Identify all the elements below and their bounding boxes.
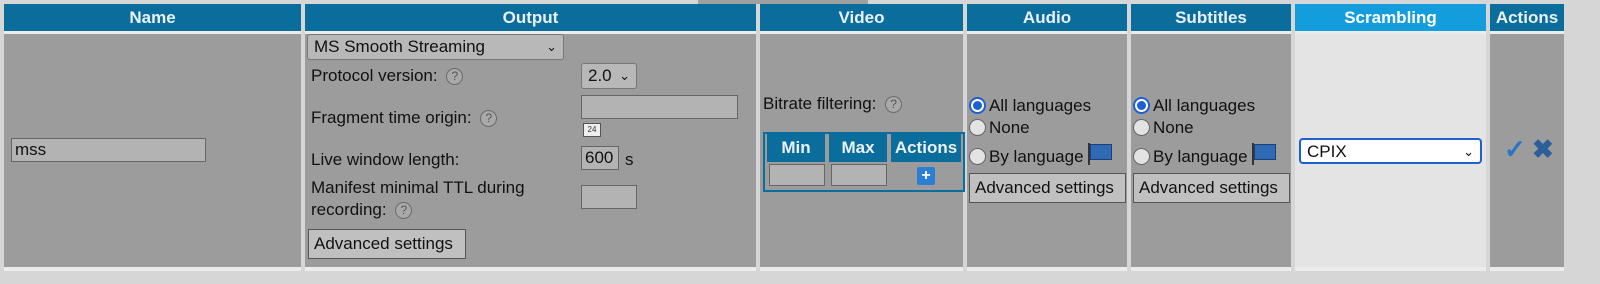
live-window-input[interactable]: 600 xyxy=(581,146,619,170)
protocol-version-value: 2.0 xyxy=(588,66,612,85)
header-actions: Actions xyxy=(1490,4,1564,31)
subtitles-none-label: None xyxy=(1153,118,1194,137)
live-window-unit: s xyxy=(625,150,634,169)
output-format-value: MS Smooth Streaming xyxy=(314,37,486,56)
live-window-label: Live window length: xyxy=(311,150,460,169)
manifest-ttl-input[interactable] xyxy=(581,185,637,209)
help-icon[interactable]: ? xyxy=(395,202,413,220)
bitrate-col-actions: Actions xyxy=(891,134,961,162)
help-icon[interactable]: ? xyxy=(885,96,903,114)
bitrate-col-min: Min xyxy=(767,134,825,162)
header-output: Output xyxy=(305,4,756,31)
header-subtitles: Subtitles xyxy=(1131,4,1291,31)
name-input[interactable]: mss xyxy=(11,138,206,162)
bitrate-max-input[interactable] xyxy=(831,164,887,186)
manifest-label-1: Manifest minimal TTL during xyxy=(311,178,525,197)
name-cell: mss xyxy=(4,31,301,271)
radio-icon[interactable] xyxy=(969,148,986,165)
stream-table: Name Output Video Audio Subtitles Scramb… xyxy=(0,4,1568,271)
scrambling-select[interactable]: CPIX ⌄ xyxy=(1299,138,1482,164)
output-advanced-button[interactable]: Advanced settings xyxy=(308,229,466,259)
audio-option-none[interactable]: None xyxy=(969,118,1030,138)
add-icon[interactable]: + xyxy=(917,167,935,185)
bitrate-table: Min Max Actions + xyxy=(763,132,965,192)
audio-none-label: None xyxy=(989,118,1030,137)
radio-icon[interactable] xyxy=(969,119,986,136)
subtitles-option-none[interactable]: None xyxy=(1133,118,1194,138)
fragment-label: Fragment time origin: xyxy=(311,108,472,127)
help-icon[interactable]: ? xyxy=(480,110,498,128)
chevron-down-icon: ⌄ xyxy=(619,68,630,83)
flag-icon[interactable] xyxy=(1251,143,1276,165)
actions-cell: ✓ ✖ xyxy=(1490,31,1564,271)
radio-icon[interactable] xyxy=(1133,119,1150,136)
video-cell: Bitrate filtering: ? Min Max Actions + xyxy=(760,31,965,271)
chevron-down-icon: ⌄ xyxy=(1463,144,1474,159)
audio-advanced-button[interactable]: Advanced settings xyxy=(969,173,1126,203)
radio-selected-icon[interactable] xyxy=(969,97,986,114)
manifest-label-wrap: recording: ? xyxy=(311,200,413,220)
scrambling-cell: CPIX ⌄ xyxy=(1295,31,1486,271)
subtitles-all-label: All languages xyxy=(1153,96,1256,115)
table-row: mss MS Smooth Streaming ⌄ Protocol versi… xyxy=(4,31,1564,271)
header-scrambling: Scrambling xyxy=(1295,4,1486,31)
header-name: Name xyxy=(4,4,301,31)
calendar-icon[interactable]: 24 xyxy=(583,123,601,137)
bitrate-label: Bitrate filtering: xyxy=(763,94,877,113)
subtitles-by-language-label: By language xyxy=(1153,147,1248,166)
subtitles-cell: All languages None By language Advanced … xyxy=(1131,31,1291,271)
subtitles-advanced-button[interactable]: Advanced settings xyxy=(1133,173,1290,203)
radio-icon[interactable] xyxy=(1133,148,1150,165)
output-cell: MS Smooth Streaming ⌄ Protocol version: … xyxy=(305,31,756,271)
manifest-label-2: recording: xyxy=(311,200,387,219)
subtitles-option-by-language[interactable]: By language xyxy=(1133,143,1276,167)
cancel-close-icon[interactable]: ✖ xyxy=(1532,134,1554,165)
help-icon[interactable]: ? xyxy=(446,68,464,86)
fragment-label-wrap: Fragment time origin: ? xyxy=(311,108,498,128)
audio-option-all[interactable]: All languages xyxy=(969,96,1091,116)
protocol-label-wrap: Protocol version: ? xyxy=(311,66,464,86)
audio-all-label: All languages xyxy=(989,96,1092,115)
header-video: Video xyxy=(760,4,963,31)
chevron-down-icon: ⌄ xyxy=(546,39,557,54)
scrambling-value: CPIX xyxy=(1307,142,1347,161)
header-row: Name Output Video Audio Subtitles Scramb… xyxy=(4,4,1564,31)
protocol-label: Protocol version: xyxy=(311,66,438,85)
flag-icon[interactable] xyxy=(1087,143,1112,165)
protocol-version-select[interactable]: 2.0 ⌄ xyxy=(581,63,637,89)
bitrate-label-wrap: Bitrate filtering: ? xyxy=(763,94,903,114)
subtitles-option-all[interactable]: All languages xyxy=(1133,96,1255,116)
confirm-check-icon[interactable]: ✓ xyxy=(1504,134,1526,165)
header-audio: Audio xyxy=(967,4,1127,31)
bitrate-min-input[interactable] xyxy=(769,164,825,186)
bitrate-col-max: Max xyxy=(829,134,887,162)
output-format-select[interactable]: MS Smooth Streaming ⌄ xyxy=(307,34,564,60)
radio-selected-icon[interactable] xyxy=(1133,97,1150,114)
fragment-time-input[interactable] xyxy=(581,95,738,119)
audio-by-language-label: By language xyxy=(989,147,1084,166)
audio-option-by-language[interactable]: By language xyxy=(969,143,1112,167)
audio-cell: All languages None By language Advanced … xyxy=(967,31,1127,271)
